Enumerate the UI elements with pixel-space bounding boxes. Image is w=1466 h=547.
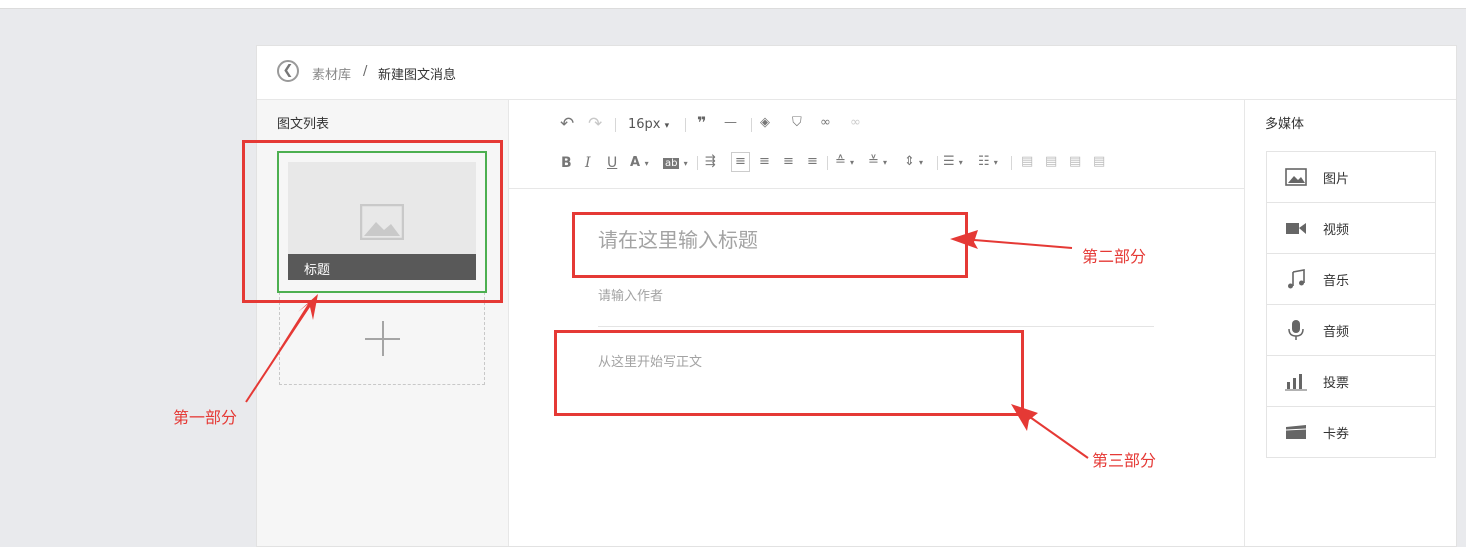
annotation-arrows — [245, 230, 1089, 459]
annotation-label-part2: 第二部分 — [1082, 247, 1147, 266]
annotation-label-part1: 第一部分 — [173, 408, 238, 427]
annotation-label-part3: 第三部分 — [1092, 451, 1157, 470]
